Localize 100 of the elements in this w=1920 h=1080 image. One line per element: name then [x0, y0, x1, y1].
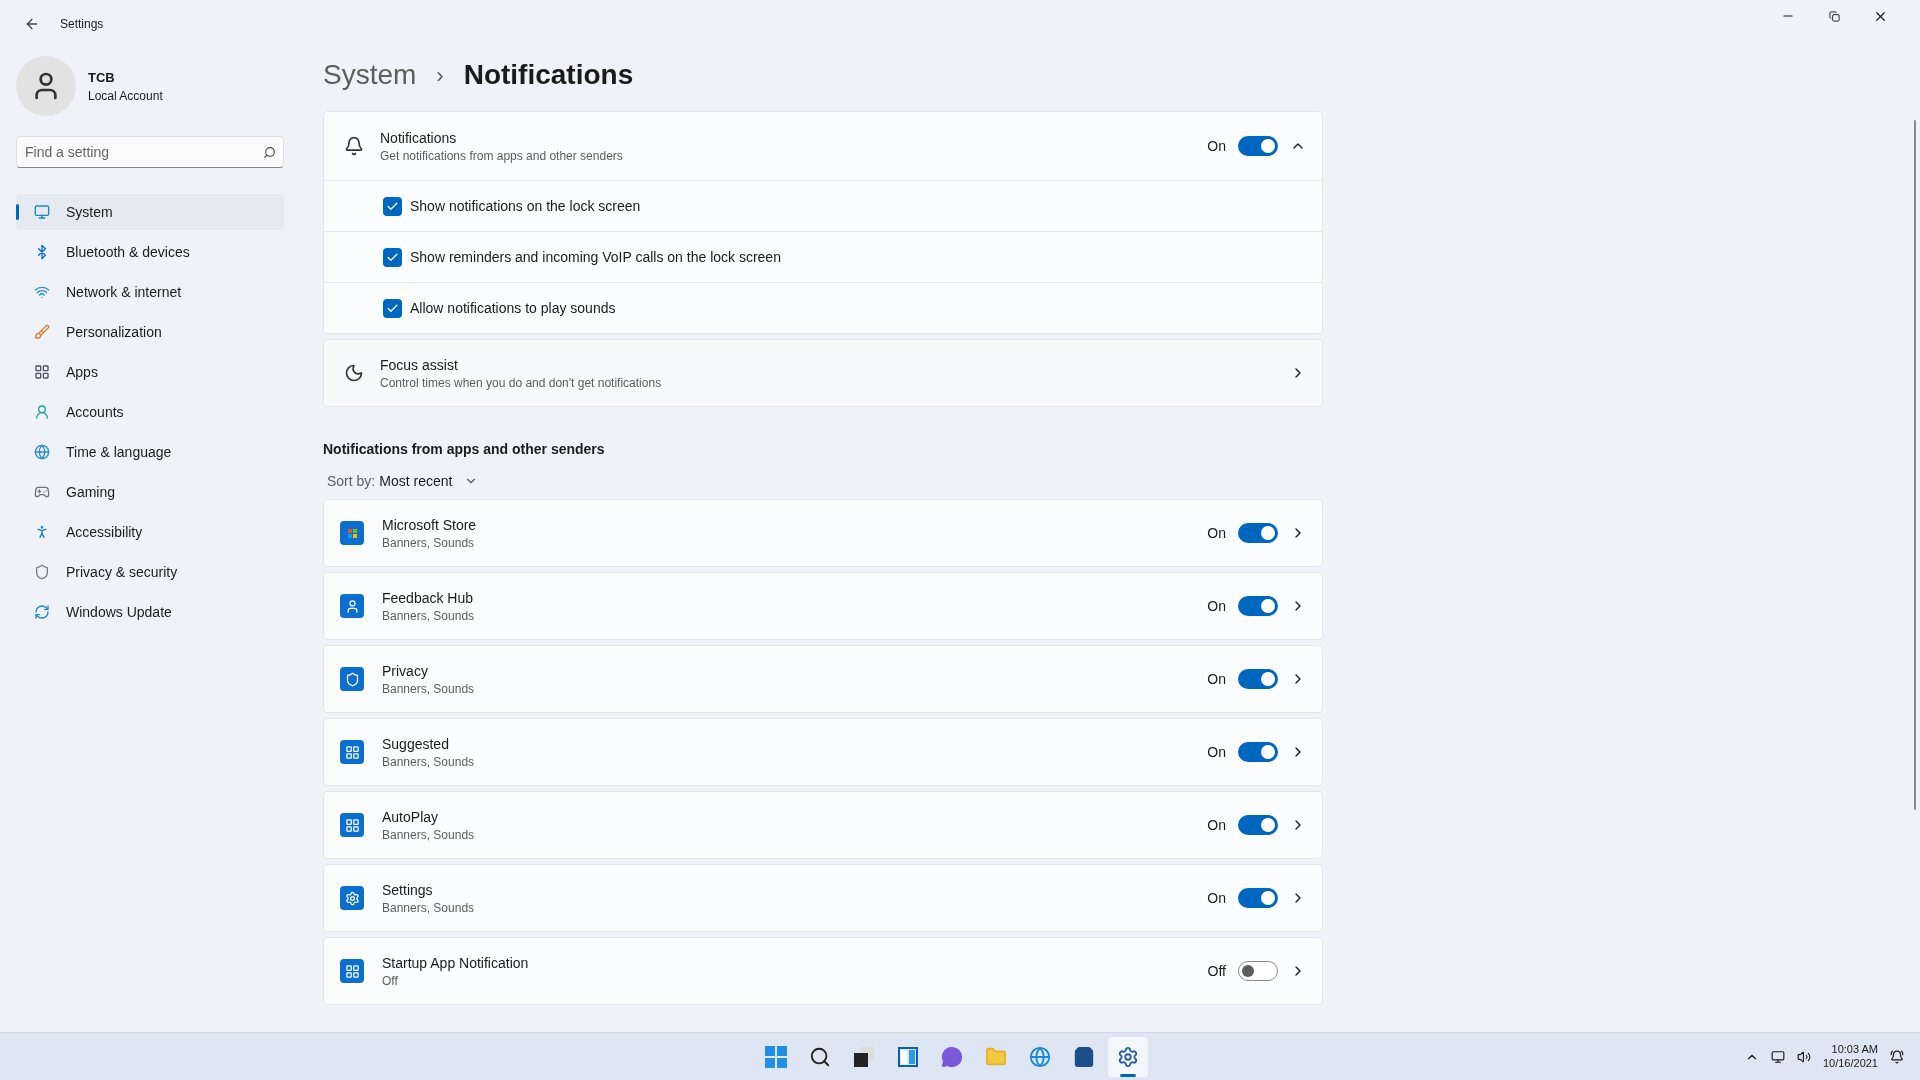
update-icon	[34, 604, 50, 620]
gamepad-icon	[34, 484, 50, 500]
task-view-icon	[854, 1046, 874, 1067]
app-name: Settings	[382, 881, 434, 900]
tile-icon	[340, 959, 364, 983]
setting-title: Notifications	[380, 129, 458, 148]
sidebar-item[interactable]: Apps	[16, 354, 284, 390]
app-notification-row[interactable]: Privacy Banners, Sounds On	[323, 645, 1323, 713]
toggle-switch[interactable]	[1238, 815, 1278, 835]
account-type: Local Account	[88, 87, 163, 104]
app-notification-row[interactable]: Feedback Hub Banners, Sounds On	[323, 572, 1323, 640]
bell-icon[interactable]	[1890, 1049, 1904, 1064]
shield-icon	[34, 564, 50, 580]
breadcrumb-link[interactable]: System	[323, 54, 417, 96]
toggle-state: On	[1207, 524, 1226, 543]
person-icon	[340, 594, 364, 618]
gear-icon	[340, 886, 364, 910]
wifi-icon	[34, 284, 50, 300]
taskbar-button[interactable]	[1108, 1036, 1148, 1077]
volume-icon[interactable]	[1796, 1049, 1811, 1064]
focus-assist-row[interactable]: Focus assist Control times when you do and don't get notifications	[323, 339, 1323, 407]
toggle-state: On	[1207, 816, 1226, 835]
account-name: TCB	[88, 69, 116, 88]
person-icon	[34, 404, 50, 420]
app-name: Privacy	[382, 662, 429, 681]
app-name: Suggested	[382, 735, 450, 754]
monitor-icon	[34, 204, 50, 220]
toggle-switch[interactable]	[1238, 596, 1278, 616]
tile-icon	[340, 740, 364, 764]
gear-icon	[1117, 1045, 1139, 1068]
app-detail: Banners, Sounds	[382, 900, 476, 916]
clock-date: 10/16/2021	[1822, 1056, 1878, 1071]
section-heading: Notifications from apps and other senders	[323, 440, 606, 459]
app-name: AutoPlay	[382, 808, 440, 827]
tile-icon	[340, 813, 364, 837]
checkbox-label: Show notifications on the lock screen	[410, 197, 641, 216]
setting-description: Control times when you do and don't get notifications	[380, 375, 663, 391]
sidebar-item[interactable]: Time & language	[16, 434, 284, 470]
accessibility-icon	[34, 524, 50, 540]
toggle-switch[interactable]	[1238, 523, 1278, 543]
toggle-state: On	[1207, 137, 1226, 156]
apps-icon	[34, 364, 50, 380]
window-title: Settings	[60, 16, 104, 32]
setting-description: Get notifications from apps and other senders	[380, 148, 624, 164]
app-notification-row[interactable]: Microsoft Store Banners, Sounds On	[323, 499, 1323, 567]
toggle-state: Off	[1207, 962, 1226, 981]
app-detail: Banners, Sounds	[382, 681, 476, 697]
search-icon	[809, 1045, 831, 1068]
app-notification-row[interactable]: AutoPlay Banners, Sounds On	[323, 791, 1323, 859]
app-notification-row[interactable]: Settings Banners, Sounds On	[323, 864, 1323, 932]
toggle-state: On	[1207, 597, 1226, 616]
bell-icon	[344, 136, 364, 156]
toggle-state: On	[1207, 889, 1226, 908]
toggle-switch[interactable]	[1238, 961, 1278, 981]
toggle-state: On	[1207, 670, 1226, 689]
start-icon	[765, 1045, 787, 1068]
sort-dropdown[interactable]: Sort by: Most recent	[327, 471, 479, 491]
scrollbar[interactable]	[1914, 120, 1916, 810]
sidebar-item[interactable]: Gaming	[16, 474, 284, 510]
sidebar-item[interactable]: Personalization	[16, 314, 284, 350]
toggle-switch[interactable]	[1238, 136, 1278, 156]
app-detail: Banners, Sounds	[382, 535, 476, 551]
app-notification-row[interactable]: Startup App Notification Off Off	[323, 937, 1323, 1005]
sidebar-item[interactable]: Accounts	[16, 394, 284, 430]
sidebar-item[interactable]: Accessibility	[16, 514, 284, 550]
restore-icon[interactable]	[1828, 10, 1840, 22]
sidebar-item[interactable]: Windows Update	[16, 594, 284, 630]
app-detail: Off	[382, 973, 399, 989]
breadcrumb-separator: ›	[436, 61, 444, 90]
app-detail: Banners, Sounds	[382, 608, 476, 624]
toggle-switch[interactable]	[1238, 669, 1278, 689]
app-detail: Banners, Sounds	[382, 754, 476, 770]
app-name: Microsoft Store	[382, 516, 478, 535]
globe-icon	[34, 444, 50, 460]
browser-icon	[1029, 1045, 1051, 1068]
setting-title: Focus assist	[380, 356, 459, 375]
app-name: Feedback Hub	[382, 589, 475, 608]
sidebar-item[interactable]: Network & internet	[16, 274, 284, 310]
back-icon[interactable]	[24, 16, 40, 32]
folder-icon	[985, 1045, 1007, 1068]
sidebar-item[interactable]: Bluetooth & devices	[16, 234, 284, 270]
checkbox[interactable]	[383, 247, 402, 267]
app-notification-row[interactable]: Suggested Banners, Sounds On	[323, 718, 1323, 786]
brush-icon	[34, 324, 50, 340]
app-detail: Banners, Sounds	[382, 827, 476, 843]
page-title: Notifications	[463, 58, 634, 92]
search-field[interactable]: Find a setting	[16, 136, 284, 168]
checkbox[interactable]	[383, 196, 402, 216]
checkbox[interactable]	[383, 298, 402, 318]
toggle-switch[interactable]	[1238, 742, 1278, 762]
shield-icon	[340, 667, 364, 691]
chat-icon	[941, 1045, 963, 1068]
toggle-state: On	[1207, 743, 1226, 762]
checkbox-label: Show reminders and incoming VoIP calls on the lock screen	[410, 248, 781, 267]
search-icon	[263, 146, 276, 159]
sidebar-item[interactable]: Privacy & security	[16, 554, 284, 590]
sidebar-item[interactable]: System	[16, 194, 284, 230]
widgets-icon	[898, 1046, 918, 1067]
checkbox-label: Allow notifications to play sounds	[410, 299, 616, 318]
toggle-switch[interactable]	[1238, 888, 1278, 908]
